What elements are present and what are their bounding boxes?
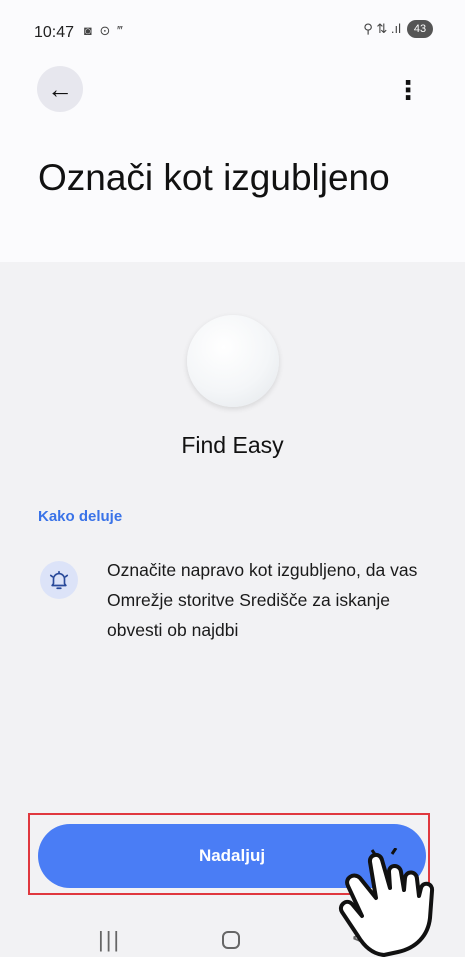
arrow-left-icon: ← [47, 73, 73, 104]
battery-icon: 43 [407, 20, 433, 38]
recent-apps-button[interactable]: ||| [98, 927, 121, 953]
back-button[interactable]: ← [37, 66, 83, 112]
more-vertical-icon: ⋮ [395, 74, 421, 105]
how-it-works-header: Kako deluje [38, 508, 123, 525]
page-title: Označi kot izgubljeno [38, 157, 390, 198]
device-image [187, 315, 279, 407]
device-name: Find Easy [181, 432, 284, 458]
signal-icons: ⚲ ⇅ .ıl [363, 21, 401, 36]
bell-alert-icon [40, 561, 78, 599]
how-it-works-text: Označite napravo kot izgubljeno, da vas … [107, 560, 418, 640]
notification-icons: ◙ ⊙ ‴ [84, 23, 125, 38]
home-button[interactable] [222, 931, 240, 949]
status-right: ⚲ ⇅ .ıl 43 [363, 20, 433, 38]
status-bar: 10:47 ◙ ⊙ ‴ ⚲ ⇅ .ıl 43 [0, 0, 465, 56]
more-options-button[interactable]: ⋮ [392, 72, 424, 108]
pointing-hand-icon [339, 848, 435, 957]
status-time: 10:47 [34, 24, 75, 41]
